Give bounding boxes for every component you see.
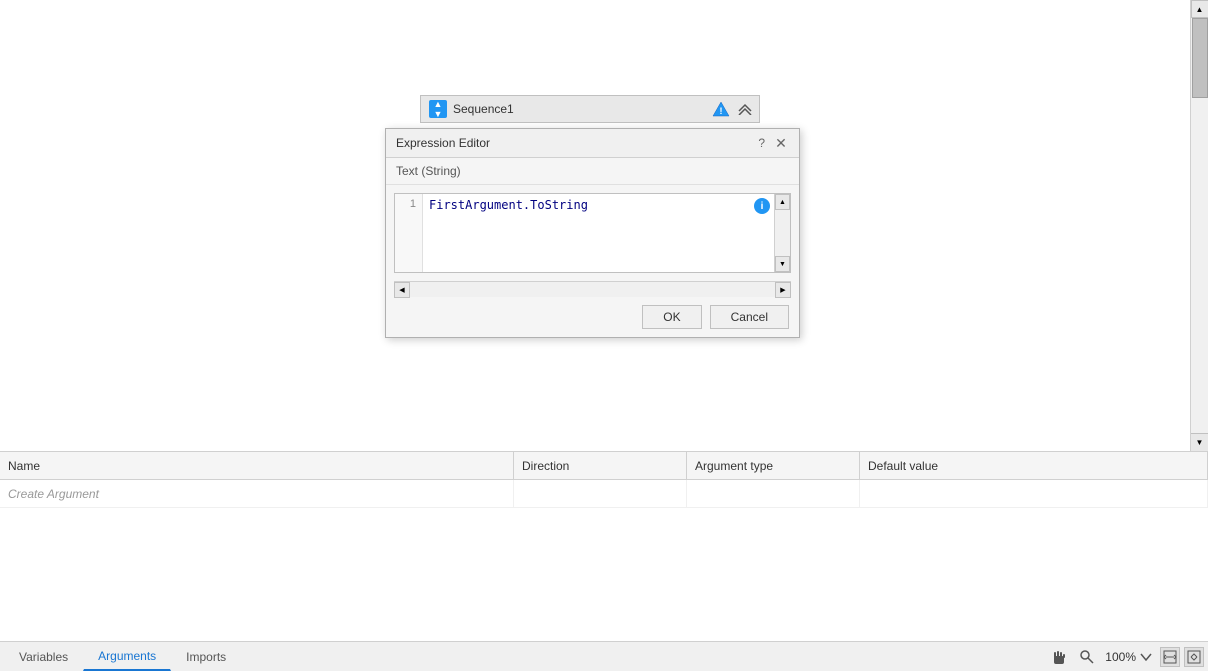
tabs-left: Variables Arguments Imports xyxy=(4,643,241,671)
editor-scroll-up[interactable]: ▲ xyxy=(775,194,790,210)
dialog-controls: ? ✕ xyxy=(758,135,789,151)
h-scroll-right[interactable]: ▶ xyxy=(775,282,791,298)
zoom-dropdown[interactable] xyxy=(1140,653,1152,661)
collapse-icon xyxy=(737,103,753,115)
svg-text:!: ! xyxy=(720,106,723,116)
dialog-close-button[interactable]: ✕ xyxy=(773,135,789,151)
fit-width-button[interactable] xyxy=(1160,647,1180,667)
warning-icon: ! xyxy=(712,100,730,118)
scroll-up-arrow[interactable]: ▲ xyxy=(1191,0,1208,18)
direction-cell-empty xyxy=(514,480,687,507)
line-number-1: 1 xyxy=(401,198,416,210)
zoom-control: 100% xyxy=(1105,650,1152,664)
cancel-button[interactable]: Cancel xyxy=(710,305,789,329)
expression-editor-dialog: Expression Editor ? ✕ Text (String) 1 Fi… xyxy=(385,128,800,338)
table-header: Name Direction Argument type Default val… xyxy=(0,452,1208,480)
argtype-cell-empty xyxy=(687,480,860,507)
sequence-warning-btn[interactable]: ! xyxy=(711,99,731,119)
info-icon[interactable]: i xyxy=(754,198,770,214)
arrow-down-icon: ▼ xyxy=(434,110,443,119)
right-scrollbar[interactable]: ▲ ▼ xyxy=(1190,0,1208,451)
create-argument-text: Create Argument xyxy=(8,487,99,501)
arrow-up-icon: ▲ xyxy=(434,100,443,109)
ok-button[interactable]: OK xyxy=(642,305,701,329)
col-header-name: Name xyxy=(0,452,514,479)
expression-editor-area[interactable]: 1 FirstArgument.ToString i ▲ ▼ xyxy=(394,193,791,273)
arguments-table: Name Direction Argument type Default val… xyxy=(0,452,1208,641)
scroll-down-arrow[interactable]: ▼ xyxy=(1191,433,1208,451)
fit-page-button[interactable] xyxy=(1184,647,1204,667)
zoom-value: 100% xyxy=(1105,650,1136,664)
zoom-chevron-icon xyxy=(1140,653,1152,661)
editor-vertical-scrollbar[interactable]: ▲ ▼ xyxy=(774,194,790,272)
fit-page-icon xyxy=(1187,650,1201,664)
dialog-title: Expression Editor xyxy=(396,136,490,150)
create-argument-cell[interactable]: Create Argument xyxy=(0,480,514,507)
col-header-direction: Direction xyxy=(514,452,687,479)
tabs-right: 100% xyxy=(1049,647,1204,667)
dialog-titlebar: Expression Editor ? ✕ xyxy=(386,129,799,158)
sequence-arrows: ▲ ▼ xyxy=(434,100,443,119)
sequence-actions: ! xyxy=(711,99,755,119)
editor-scroll-down[interactable]: ▼ xyxy=(775,256,790,272)
create-argument-row[interactable]: Create Argument xyxy=(0,480,1208,508)
editor-scroll-track xyxy=(775,210,790,256)
col-header-default-value: Default value xyxy=(860,452,1208,479)
dialog-subtitle: Text (String) xyxy=(386,158,799,185)
sequence-collapse-btn[interactable] xyxy=(735,99,755,119)
tab-arguments[interactable]: Arguments xyxy=(83,643,171,671)
sequence-title: Sequence1 xyxy=(453,102,751,116)
bottom-panel: Name Direction Argument type Default val… xyxy=(0,451,1208,671)
sequence-icon: ▲ ▼ xyxy=(429,100,447,118)
tab-variables[interactable]: Variables xyxy=(4,643,83,671)
hand-svg xyxy=(1050,648,1068,666)
sequence-container: ▲ ▼ Sequence1 ! xyxy=(420,95,760,123)
search-svg xyxy=(1079,649,1095,665)
h-scroll-track xyxy=(410,282,775,297)
scrollbar-thumb[interactable] xyxy=(1192,18,1208,98)
dialog-horizontal-scrollbar[interactable]: ◀ ▶ xyxy=(394,281,791,297)
sequence-header[interactable]: ▲ ▼ Sequence1 ! xyxy=(420,95,760,123)
editor-line-numbers: 1 xyxy=(395,194,423,272)
col-header-argument-type: Argument type xyxy=(687,452,860,479)
dialog-buttons: OK Cancel xyxy=(386,297,799,337)
tab-imports[interactable]: Imports xyxy=(171,643,241,671)
bottom-tabbar: Variables Arguments Imports xyxy=(0,641,1208,671)
default-cell-empty xyxy=(860,480,1208,507)
editor-content[interactable]: FirstArgument.ToString xyxy=(423,194,774,272)
h-scroll-left[interactable]: ◀ xyxy=(394,282,410,298)
fit-icons xyxy=(1160,647,1204,667)
dialog-help-button[interactable]: ? xyxy=(758,136,765,150)
canvas-area: ▲ ▼ ▲ ▼ Sequence1 ! xyxy=(0,0,1208,451)
hand-tool-icon[interactable] xyxy=(1049,647,1069,667)
fit-width-icon xyxy=(1163,650,1177,664)
search-icon[interactable] xyxy=(1077,647,1097,667)
